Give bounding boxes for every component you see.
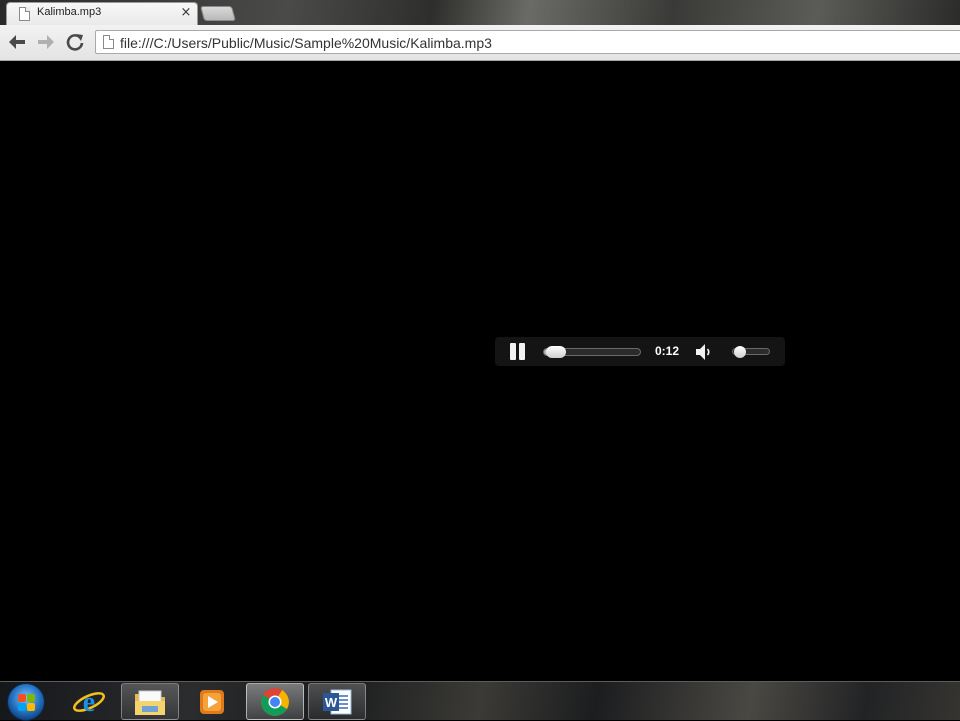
forward-button[interactable] — [34, 31, 58, 53]
forward-arrow-icon — [38, 35, 54, 49]
address-bar[interactable]: file:///C:/Users/Public/Music/Sample%20M… — [95, 30, 960, 54]
new-tab-button[interactable] — [199, 6, 237, 21]
taskbar-chrome[interactable] — [246, 683, 304, 720]
taskbar-media-player[interactable] — [183, 683, 241, 720]
seek-slider[interactable] — [543, 346, 641, 358]
close-icon[interactable]: × — [179, 5, 193, 21]
tab-kalimba[interactable]: Kalimba.mp3 × — [6, 2, 198, 25]
page-content: 0:12 — [0, 62, 960, 681]
tab-strip: Kalimba.mp3 × — [0, 0, 960, 25]
pause-icon — [510, 343, 516, 360]
current-time: 0:12 — [655, 344, 680, 358]
audio-player: 0:12 — [495, 337, 785, 366]
taskbar: e W — [0, 681, 960, 721]
folder-icon — [135, 690, 165, 715]
back-arrow-icon — [9, 35, 25, 49]
taskbar-internet-explorer[interactable]: e — [60, 683, 118, 720]
volume-slider[interactable] — [732, 346, 770, 358]
speaker-icon — [696, 344, 710, 360]
tab-title: Kalimba.mp3 — [37, 6, 102, 18]
page-icon — [103, 35, 114, 49]
svg-text:e: e — [83, 687, 95, 718]
mute-button[interactable] — [695, 343, 713, 361]
svg-text:W: W — [325, 695, 338, 710]
internet-explorer-icon: e — [73, 687, 105, 718]
chrome-icon — [261, 687, 289, 716]
browser-toolbar: file:///C:/Users/Public/Music/Sample%20M… — [0, 25, 960, 61]
volume-thumb[interactable] — [734, 346, 747, 358]
taskbar-windows-explorer[interactable] — [121, 683, 179, 720]
word-icon: W — [323, 689, 352, 714]
reload-button[interactable] — [63, 31, 87, 53]
pause-icon — [519, 343, 525, 360]
reload-icon — [66, 34, 84, 51]
taskbar-word[interactable]: W — [308, 683, 366, 720]
back-button[interactable] — [5, 31, 29, 53]
page-icon — [19, 7, 30, 21]
windows-start-icon — [18, 694, 35, 711]
url-text: file:///C:/Users/Public/Music/Sample%20M… — [120, 35, 492, 51]
media-player-icon — [200, 689, 224, 714]
start-button[interactable] — [7, 683, 45, 721]
play-pause-button[interactable] — [509, 343, 527, 361]
seek-thumb[interactable] — [545, 346, 566, 358]
